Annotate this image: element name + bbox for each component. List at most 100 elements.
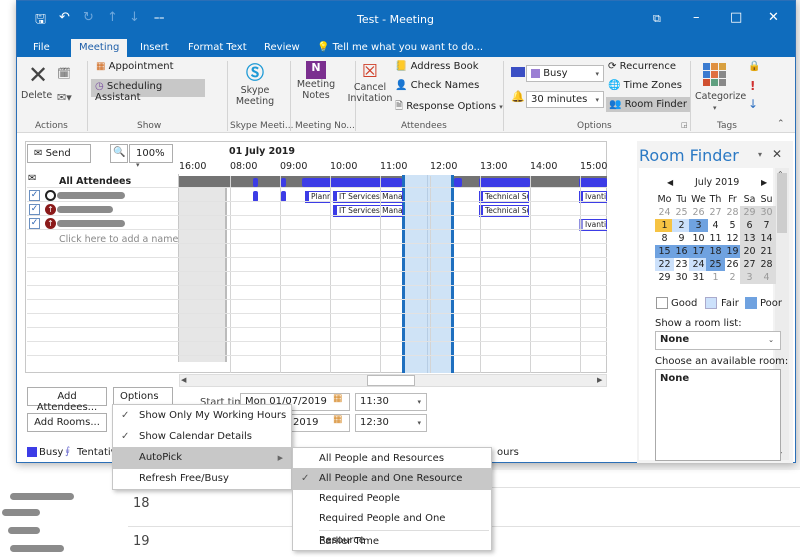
time-zones-button[interactable]: 🌐 Time Zones bbox=[608, 80, 682, 91]
calendar-day[interactable]: 21 bbox=[757, 245, 776, 258]
good-label: Good bbox=[671, 298, 698, 309]
add-attendees-button[interactable]: Add Attendees... bbox=[27, 387, 107, 413]
high-importance-icon[interactable]: ! bbox=[750, 79, 755, 93]
redo-icon[interactable]: ↻ bbox=[83, 10, 94, 25]
fair-label: Fair bbox=[721, 298, 739, 309]
maximize-button[interactable]: □ bbox=[730, 10, 742, 25]
ribbon-display-options-icon[interactable]: ⧉ bbox=[653, 12, 661, 26]
hour-label: 15:00 bbox=[580, 161, 608, 172]
categorize-button[interactable]: Categorize bbox=[695, 91, 746, 102]
collapse-ribbon-icon[interactable]: ⌃ bbox=[777, 119, 785, 129]
minimize-button[interactable]: – bbox=[693, 10, 700, 25]
save-icon[interactable]: 🖫 bbox=[35, 10, 46, 32]
scroll-right-icon[interactable]: ▶ bbox=[597, 376, 602, 384]
close-button[interactable]: ✕ bbox=[768, 10, 779, 25]
up-arrow-icon[interactable]: ↑ bbox=[107, 10, 118, 25]
end-time-dropdown[interactable]: 12:30 ▾ bbox=[355, 414, 427, 432]
available-rooms-list[interactable]: None bbox=[655, 369, 781, 461]
meeting-time-selection[interactable] bbox=[402, 175, 454, 373]
end-date-calendar-icon[interactable]: ▦ bbox=[333, 414, 342, 425]
calendar-day[interactable]: 30 bbox=[757, 206, 776, 219]
room-finder-label: Room Finder bbox=[624, 99, 688, 110]
show-as-dropdown[interactable]: Busy ▾ bbox=[526, 65, 604, 82]
pane-options-icon[interactable]: ▾ bbox=[758, 150, 762, 159]
tab-format-text[interactable]: Format Text bbox=[180, 39, 255, 57]
calendar-day[interactable]: 7 bbox=[757, 219, 776, 232]
recurrence-button[interactable]: ⟳ Recurrence bbox=[608, 61, 676, 72]
calendar-day[interactable]: 14 bbox=[757, 232, 776, 245]
tab-review[interactable]: Review bbox=[256, 39, 308, 57]
private-lock-icon[interactable]: 🔒 bbox=[748, 61, 760, 72]
time-zones-label: Time Zones bbox=[623, 80, 682, 91]
grid-line bbox=[330, 176, 331, 373]
room-finder-button[interactable]: 👥 Room Finder bbox=[606, 97, 691, 112]
options-menu-item[interactable]: ✓ Show Only My Working Hours bbox=[113, 405, 291, 427]
ignore-icon[interactable]: 🗓 bbox=[57, 67, 71, 80]
add-rooms-button[interactable]: Add Rooms... bbox=[27, 413, 107, 432]
meeting-notes-button[interactable]: N Meeting Notes bbox=[291, 59, 341, 119]
next-month-icon[interactable]: ▶ bbox=[761, 178, 767, 187]
address-book-icon: 📒 bbox=[395, 61, 408, 72]
redacted-attendee-name bbox=[57, 192, 125, 199]
menu-item-label: All People and Resources bbox=[319, 453, 445, 464]
tab-file[interactable]: File bbox=[25, 39, 58, 57]
attendee-checkbox[interactable]: ✓ bbox=[29, 190, 40, 201]
low-importance-icon[interactable]: ↓ bbox=[748, 97, 758, 111]
start-time-dropdown[interactable]: 11:30 ▾ bbox=[355, 393, 427, 411]
forward-icon[interactable]: ✉▾ bbox=[57, 91, 72, 104]
group-label-show: Show bbox=[137, 121, 162, 131]
scrollbar-thumb[interactable] bbox=[367, 375, 415, 386]
delete-icon[interactable]: ✕ bbox=[23, 61, 53, 89]
hour-label: 16:00 bbox=[179, 161, 207, 172]
address-book-label: Address Book bbox=[410, 61, 479, 72]
weekday-label: Su bbox=[760, 194, 773, 205]
hour-label: 11:00 bbox=[380, 161, 408, 172]
tab-meeting[interactable]: Meeting bbox=[71, 39, 128, 57]
scroll-left-icon[interactable]: ◀ bbox=[181, 376, 186, 384]
autopick-menu-item[interactable]: All People and Resources bbox=[293, 448, 491, 470]
required-attendee-icon: ↑ bbox=[45, 218, 56, 229]
dialog-launcher-icon[interactable]: ◲ bbox=[681, 121, 688, 129]
appointment-button[interactable]: ▦ Appointment bbox=[93, 60, 176, 77]
options-menu-item[interactable]: ✓ Show Calendar Details bbox=[113, 426, 291, 448]
reminder-bell-icon: 🔔 bbox=[511, 90, 525, 103]
calendar-day[interactable]: 28 bbox=[757, 258, 776, 271]
calendar-day[interactable]: 4 bbox=[757, 271, 776, 284]
options-menu-item[interactable]: AutoPick ▶ bbox=[113, 447, 291, 469]
menu-item-label: AutoPick bbox=[139, 452, 183, 463]
grid-line bbox=[27, 355, 607, 356]
lightbulb-icon: 💡 bbox=[317, 42, 330, 53]
autopick-menu-item[interactable]: ✓ All People and One Resource bbox=[293, 468, 491, 490]
reminder-dropdown[interactable]: 30 minutes ▾ bbox=[526, 91, 604, 108]
close-pane-icon[interactable]: ✕ bbox=[772, 147, 782, 161]
tell-me-box[interactable]: 💡 Tell me what you want to do... bbox=[309, 39, 491, 57]
cancel-label: Invitation bbox=[347, 93, 393, 104]
address-book-button[interactable]: 📒 Address Book bbox=[395, 61, 479, 72]
cancel-invitation-button[interactable]: ☒ Cancel Invitation bbox=[346, 61, 394, 119]
group-label-attendees: Attendees bbox=[401, 121, 447, 131]
response-options-button[interactable]: 🗎 Response Options ▾ bbox=[395, 99, 503, 116]
scheduling-assistant-button[interactable]: ◷ Scheduling Assistant bbox=[91, 79, 205, 103]
redacted-attendee-name bbox=[57, 220, 125, 227]
grid-line bbox=[430, 176, 431, 373]
down-arrow-icon[interactable]: ↓ bbox=[129, 10, 140, 25]
start-date-calendar-icon[interactable]: ▦ bbox=[333, 393, 342, 404]
menu-item-label: Refresh Free/Busy bbox=[139, 473, 229, 484]
hour-label: 19 bbox=[133, 534, 150, 549]
customize-qat-icon[interactable]: ⩵ bbox=[154, 13, 164, 23]
skype-meeting-button[interactable]: Ⓢ Skype Meeting bbox=[230, 59, 280, 119]
check-names-button[interactable]: 👤 Check Names bbox=[395, 80, 479, 91]
previous-month-icon[interactable]: ◀ bbox=[667, 178, 673, 187]
autopick-menu-item[interactable]: Required People bbox=[293, 488, 491, 510]
attendee-checkbox[interactable]: ✓ bbox=[29, 204, 40, 215]
poor-label: Poor bbox=[760, 298, 783, 309]
undo-icon[interactable]: ↶ bbox=[59, 10, 70, 25]
attendee-checkbox[interactable]: ✓ bbox=[29, 218, 40, 229]
delete-button[interactable]: Delete bbox=[21, 90, 52, 101]
tab-insert[interactable]: Insert bbox=[132, 39, 177, 57]
room-list-dropdown[interactable]: None ⌄ bbox=[655, 331, 781, 350]
chevron-down-icon: ▾ bbox=[417, 419, 421, 427]
autopick-menu-item[interactable]: Required People and One Resource bbox=[293, 508, 491, 546]
options-menu-item[interactable]: Refresh Free/Busy bbox=[113, 468, 291, 490]
autopick-menu-item[interactable]: Earlier Time bbox=[293, 531, 491, 553]
